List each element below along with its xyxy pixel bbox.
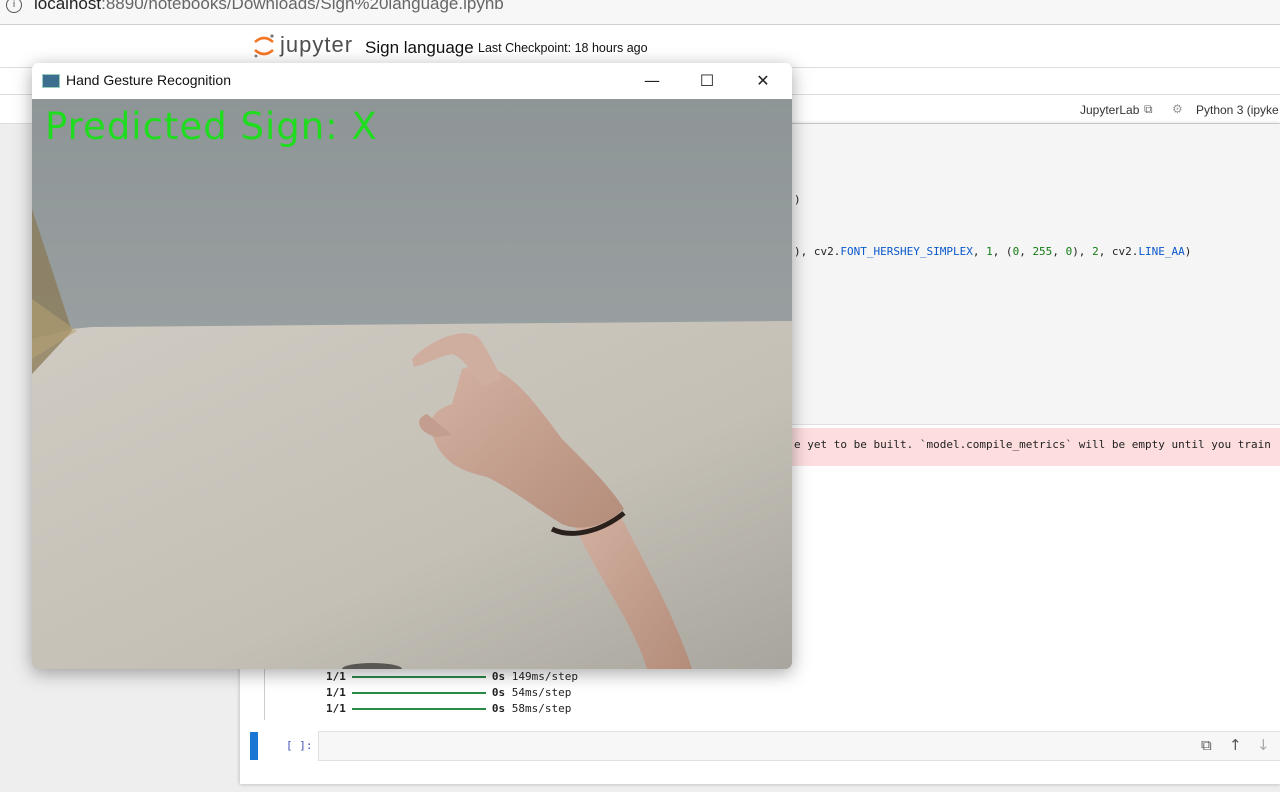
progress-step: 1/1 [326,702,346,715]
code-token: , [972,245,987,258]
notebook-title[interactable]: Sign language [365,38,474,58]
close-button[interactable]: ✕ [743,67,783,95]
code-token: ), cv2. [794,245,841,258]
progress-bar [351,692,486,694]
progress-time: 0s [491,670,506,683]
jupyter-logo-text: jupyter [280,32,354,57]
copy-icon[interactable]: ⧉ [1201,736,1212,754]
kernel-status-icon: ⚙ [1172,102,1183,116]
url-host: localhost [34,0,102,13]
external-link-icon[interactable]: ⧉ [1144,102,1153,117]
progress-line: 1/1 0s 149ms/step [326,670,578,683]
cell-prompt: [ ]: [286,739,313,752]
gesture-window[interactable]: Hand Gesture Recognition — ☐ ✕ Predicted… [32,63,792,669]
progress-step: 1/1 [326,670,346,683]
kernel-name[interactable]: Python 3 (ipyke [1196,103,1279,117]
progress-time: 0s [491,702,506,715]
url-path: :8890/notebooks/Downloads/Sign%20languag… [101,0,504,13]
progress-rate: 54ms/step [511,686,572,699]
progress-step: 1/1 [326,686,346,699]
code-token: , cv2. [1098,245,1139,258]
code-token: , [1019,245,1033,258]
jupyterlab-link[interactable]: JupyterLab [1080,103,1139,117]
arrow-up-icon[interactable]: ↑ [1229,736,1242,754]
code-token: 1 [986,245,993,258]
predicted-sign-label: Predicted Sign: X [45,105,378,148]
code-token: , ( [992,245,1013,258]
code-token: 2 [1092,245,1099,258]
minimize-button[interactable]: — [632,67,672,95]
code-token: ) [1184,245,1192,258]
code-token: FONT_HERSHEY_SIMPLEX [840,245,973,258]
window-app-icon [42,74,60,88]
address-url[interactable]: localhost:8890/notebooks/Downloads/Sign%… [34,0,504,14]
progress-rate: 58ms/step [511,702,572,715]
progress-bar [351,676,486,678]
floor-surface [32,321,792,669]
code-line-puttext: ), cv2.FONT_HERSHEY_SIMPLEX, 1, (0, 255,… [794,245,1191,258]
jupyter-logo-icon[interactable] [252,33,276,59]
maximize-button[interactable]: ☐ [687,67,727,95]
progress-rate: 149ms/step [511,670,578,683]
cell-input[interactable] [318,731,1280,761]
code-token: ), [1072,245,1093,258]
window-title: Hand Gesture Recognition [66,72,231,88]
progress-line: 1/1 0s 54ms/step [326,686,571,699]
progress-bar [351,708,486,710]
code-line-fragment: ) [794,193,801,206]
camera-feed [32,99,792,669]
progress-line: 1/1 0s 58ms/step [326,702,571,715]
arrow-down-icon[interactable]: ↓ [1257,736,1270,754]
code-token: 255 [1032,245,1053,258]
code-token: LINE_AA [1138,245,1185,258]
stderr-warning-text: e yet to be built. `model.compile_metric… [794,438,1271,451]
last-checkpoint: Last Checkpoint: 18 hours ago [478,41,648,55]
active-cell-indicator [250,732,258,760]
progress-time: 0s [491,686,506,699]
code-token: , [1052,245,1066,258]
